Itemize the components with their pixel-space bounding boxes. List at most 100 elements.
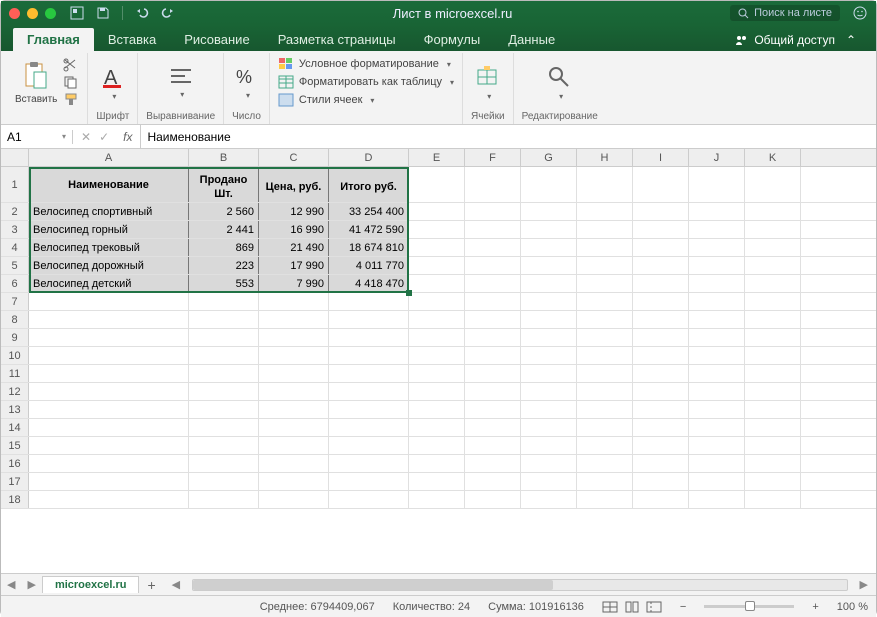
cell[interactable]: Велосипед дорожный	[29, 257, 189, 274]
cells-group-label: Ячейки	[471, 111, 505, 124]
cut-icon[interactable]	[63, 58, 79, 72]
cell[interactable]: 4 418 470	[329, 275, 409, 292]
zoom-out-button[interactable]: −	[680, 601, 686, 613]
cell[interactable]: 33 254 400	[329, 203, 409, 220]
col-header[interactable]: E	[409, 149, 465, 166]
cell[interactable]: 223	[189, 257, 259, 274]
cells-button[interactable]	[474, 64, 502, 101]
zoom-level[interactable]: 100 %	[837, 601, 868, 613]
group-clipboard: Вставить	[7, 53, 88, 124]
cell[interactable]: Велосипед трековый	[29, 239, 189, 256]
formula-bar: A1 ▾ ✕ ✓ fx Наименование	[1, 125, 876, 149]
cell[interactable]: Наименование	[29, 167, 189, 202]
col-header[interactable]: H	[577, 149, 633, 166]
sheet-tab[interactable]: microexcel.ru	[42, 576, 140, 593]
share-button[interactable]: Общий доступ ⌃	[727, 29, 864, 51]
tab-page-layout[interactable]: Разметка страницы	[264, 28, 410, 51]
enter-formula-icon[interactable]: ✓	[99, 130, 109, 144]
grid[interactable]: A B C D E F G H I J K 1 Наименование Про…	[1, 149, 876, 573]
horizontal-scrollbar[interactable]: ◀ ▶	[172, 578, 868, 591]
cell-styles-button[interactable]: Стили ячеек	[278, 93, 375, 107]
format-painter-icon[interactable]	[63, 92, 79, 106]
undo-icon[interactable]	[135, 6, 149, 20]
zoom-in-button[interactable]: +	[812, 601, 818, 613]
cell[interactable]: 7 990	[259, 275, 329, 292]
zoom-slider[interactable]	[704, 605, 794, 608]
table-row: 18	[1, 491, 876, 509]
number-button[interactable]: %	[234, 65, 260, 100]
redo-icon[interactable]	[161, 6, 175, 20]
cell[interactable]: 553	[189, 275, 259, 292]
cell[interactable]: 4 011 770	[329, 257, 409, 274]
cell[interactable]: 41 472 590	[329, 221, 409, 238]
sheet-prev-icon[interactable]: ◀	[1, 578, 21, 591]
cell[interactable]: 2 560	[189, 203, 259, 220]
view-page-break-icon[interactable]	[646, 601, 662, 613]
tab-insert[interactable]: Вставка	[94, 28, 170, 51]
cell[interactable]: Итого руб.	[329, 167, 409, 202]
sheet-search[interactable]: Поиск на листе	[730, 5, 840, 21]
feedback-icon[interactable]	[852, 5, 868, 21]
home-icon[interactable]	[70, 6, 84, 20]
copy-icon[interactable]	[63, 75, 79, 89]
col-header[interactable]: K	[745, 149, 801, 166]
zoom-thumb[interactable]	[745, 601, 755, 611]
maximize-window-icon[interactable]	[45, 8, 56, 19]
cell[interactable]: Цена, руб.	[259, 167, 329, 202]
tab-draw[interactable]: Рисование	[170, 28, 263, 51]
alignment-button[interactable]	[167, 66, 195, 99]
cell[interactable]: 869	[189, 239, 259, 256]
cancel-formula-icon[interactable]: ✕	[81, 130, 91, 144]
editing-button[interactable]	[546, 64, 574, 101]
col-header[interactable]: C	[259, 149, 329, 166]
scroll-right-icon[interactable]: ▶	[860, 578, 868, 591]
sheet-next-icon[interactable]: ▶	[21, 578, 41, 591]
tab-formulas[interactable]: Формулы	[410, 28, 495, 51]
cell[interactable]: 17 990	[259, 257, 329, 274]
table-row: 16	[1, 455, 876, 473]
status-bar: Среднее: 6794409,067 Количество: 24 Сумм…	[1, 595, 876, 617]
scrollbar-thumb[interactable]	[193, 580, 552, 590]
col-header[interactable]: G	[521, 149, 577, 166]
col-header[interactable]: J	[689, 149, 745, 166]
tab-data[interactable]: Данные	[494, 28, 569, 51]
ribbon-tabs: Главная Вставка Рисование Разметка стран…	[1, 25, 876, 51]
conditional-formatting-button[interactable]: Условное форматирование	[278, 57, 451, 71]
table-row: 15	[1, 437, 876, 455]
minimize-window-icon[interactable]	[27, 8, 38, 19]
add-sheet-button[interactable]: +	[139, 577, 163, 593]
cell[interactable]: Велосипед спортивный	[29, 203, 189, 220]
col-header[interactable]: D	[329, 149, 409, 166]
format-as-table-button[interactable]: Форматировать как таблицу	[278, 75, 454, 89]
col-header[interactable]: F	[465, 149, 521, 166]
close-window-icon[interactable]	[9, 8, 20, 19]
tab-home[interactable]: Главная	[13, 28, 94, 51]
scroll-left-icon[interactable]: ◀	[172, 578, 180, 591]
cell[interactable]: 2 441	[189, 221, 259, 238]
cell[interactable]: Велосипед горный	[29, 221, 189, 238]
cell[interactable]: 21 490	[259, 239, 329, 256]
cell[interactable]: Продано Шт.	[189, 167, 259, 202]
fill-handle[interactable]	[406, 290, 412, 296]
formula-value[interactable]: Наименование	[141, 130, 230, 144]
col-header[interactable]: I	[633, 149, 689, 166]
paste-button[interactable]: Вставить	[15, 60, 57, 105]
view-normal-icon[interactable]	[602, 601, 618, 613]
col-header[interactable]: A	[29, 149, 189, 166]
table-row: 10	[1, 347, 876, 365]
cell[interactable]: Велосипед детский	[29, 275, 189, 292]
view-page-layout-icon[interactable]	[624, 601, 640, 613]
column-headers: A B C D E F G H I J K	[1, 149, 876, 167]
alignment-group-label: Выравнивание	[146, 111, 215, 124]
font-button[interactable]: A	[100, 64, 126, 101]
save-icon[interactable]	[96, 6, 110, 20]
chevron-up-icon: ⌃	[846, 33, 856, 47]
group-number: % Число	[224, 53, 270, 124]
cell[interactable]: 18 674 810	[329, 239, 409, 256]
select-all-corner[interactable]	[1, 149, 29, 166]
name-box[interactable]: A1 ▾	[1, 130, 73, 144]
col-header[interactable]: B	[189, 149, 259, 166]
fx-icon[interactable]: fx	[123, 130, 132, 144]
cell[interactable]: 12 990	[259, 203, 329, 220]
cell[interactable]: 16 990	[259, 221, 329, 238]
